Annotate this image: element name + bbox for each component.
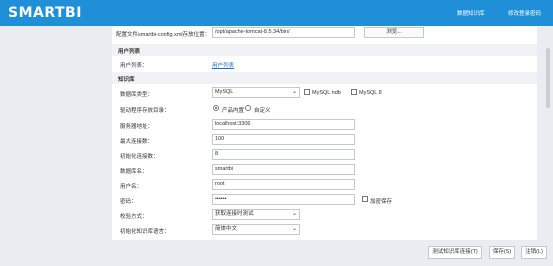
config-path-row: 配置文件smartbi-config.xml存放位置： /opt/apache-… xyxy=(112,26,537,40)
driver-custom-radio[interactable] xyxy=(245,105,251,111)
init-lang-label: 初始化知识库语言： xyxy=(120,229,170,235)
chevron-down-icon: ⌄ xyxy=(291,211,297,217)
db-name-row: 数据库名： smartbi xyxy=(112,163,537,177)
user-list-label: 用户列表： xyxy=(120,63,148,69)
user-list-row: 用户列表： 用户列表 xyxy=(112,57,537,71)
mysql8-label: MySQL 8 xyxy=(359,90,382,96)
driver-row: 驱动程序存放目录： 产品内置 自定义 xyxy=(112,102,537,116)
logout-button[interactable]: 注销(L) xyxy=(521,246,547,259)
config-path-input[interactable]: /opt/apache-tomcat-8.5.34/bin/ xyxy=(212,27,355,38)
chevron-down-icon: ⌄ xyxy=(291,89,297,95)
max-conn-input[interactable]: 100 xyxy=(212,134,355,145)
db-type-row: 数据库类型： MySQL ⌄ MySQL ndb MySQL 8 xyxy=(112,86,537,100)
scrollbar-thumb[interactable] xyxy=(546,48,550,108)
password-input[interactable]: •••••• xyxy=(212,194,355,205)
data-knowledge-link[interactable]: 数据知识库 xyxy=(457,9,485,17)
chevron-down-icon: ⌄ xyxy=(291,226,297,232)
footer-bar: 测试知识库连接(T) 保存(S) 注销(L) xyxy=(0,240,553,266)
top-bar: SMARTBI 数据知识库 修改登录密码 xyxy=(0,0,553,26)
username-input[interactable]: root xyxy=(212,179,355,190)
config-panel: 配置文件smartbi-config.xml存放位置： /opt/apache-… xyxy=(112,26,537,240)
validation-row: 校验方式： 获取连接时测试 ⌄ xyxy=(112,208,537,222)
save-password-label: 加密保存 xyxy=(370,199,393,205)
driver-custom-label: 自定义 xyxy=(254,108,271,114)
save-password-checkbox[interactable] xyxy=(362,196,368,202)
validation-select[interactable]: 获取连接时测试 ⌄ xyxy=(212,209,300,220)
max-conn-row: 最大连接数： 100 xyxy=(112,133,537,147)
init-conn-input[interactable]: 8 xyxy=(212,149,355,160)
test-connection-button[interactable]: 测试知识库连接(T) xyxy=(428,246,482,259)
mysql-ndb-label: MySQL ndb xyxy=(312,90,341,96)
init-conn-label: 初始化连接数： xyxy=(120,154,159,160)
validation-label: 校验方式： xyxy=(120,214,148,220)
server-input[interactable]: localhost:3306 xyxy=(212,119,355,130)
driver-builtin-radio[interactable] xyxy=(213,105,219,111)
browse-button[interactable]: 浏览... xyxy=(364,27,424,38)
max-conn-label: 最大连接数： xyxy=(120,139,154,145)
init-lang-row: 初始化知识库语言： 简体中文 ⌄ xyxy=(112,223,537,237)
username-row: 用户名： root xyxy=(112,178,537,192)
init-lang-select[interactable]: 简体中文 ⌄ xyxy=(212,224,300,235)
driver-label: 驱动程序存放目录： xyxy=(120,108,170,114)
db-type-select[interactable]: MySQL ⌄ xyxy=(212,87,300,98)
user-section-header: 用户列表 xyxy=(112,44,537,56)
server-label: 服务器地址： xyxy=(120,124,154,130)
change-password-link[interactable]: 修改登录密码 xyxy=(508,9,541,17)
app-logo: SMARTBI xyxy=(8,5,82,21)
mysql-ndb-checkbox[interactable] xyxy=(304,89,310,95)
user-list-link[interactable]: 用户列表 xyxy=(212,61,234,69)
driver-builtin-label: 产品内置 xyxy=(222,108,245,114)
username-label: 用户名： xyxy=(120,184,143,190)
kb-section-title: 知识库 xyxy=(118,77,135,83)
db-name-label: 数据库名： xyxy=(120,169,148,175)
db-type-label: 数据库类型： xyxy=(120,92,154,98)
password-row: 密码： •••••• 加密保存 xyxy=(112,193,537,207)
password-label: 密码： xyxy=(120,199,137,205)
db-name-input[interactable]: smartbi xyxy=(212,164,355,175)
server-row: 服务器地址： localhost:3306 xyxy=(112,118,537,132)
init-conn-row: 初始化连接数： 8 xyxy=(112,148,537,162)
vertical-scrollbar[interactable] xyxy=(546,28,550,238)
kb-section-header: 知识库 xyxy=(112,72,537,84)
mysql8-checkbox[interactable] xyxy=(351,89,357,95)
save-button[interactable]: 保存(S) xyxy=(489,246,515,259)
user-section-title: 用户列表 xyxy=(118,49,141,55)
config-path-label: 配置文件smartbi-config.xml存放位置： xyxy=(116,32,211,38)
